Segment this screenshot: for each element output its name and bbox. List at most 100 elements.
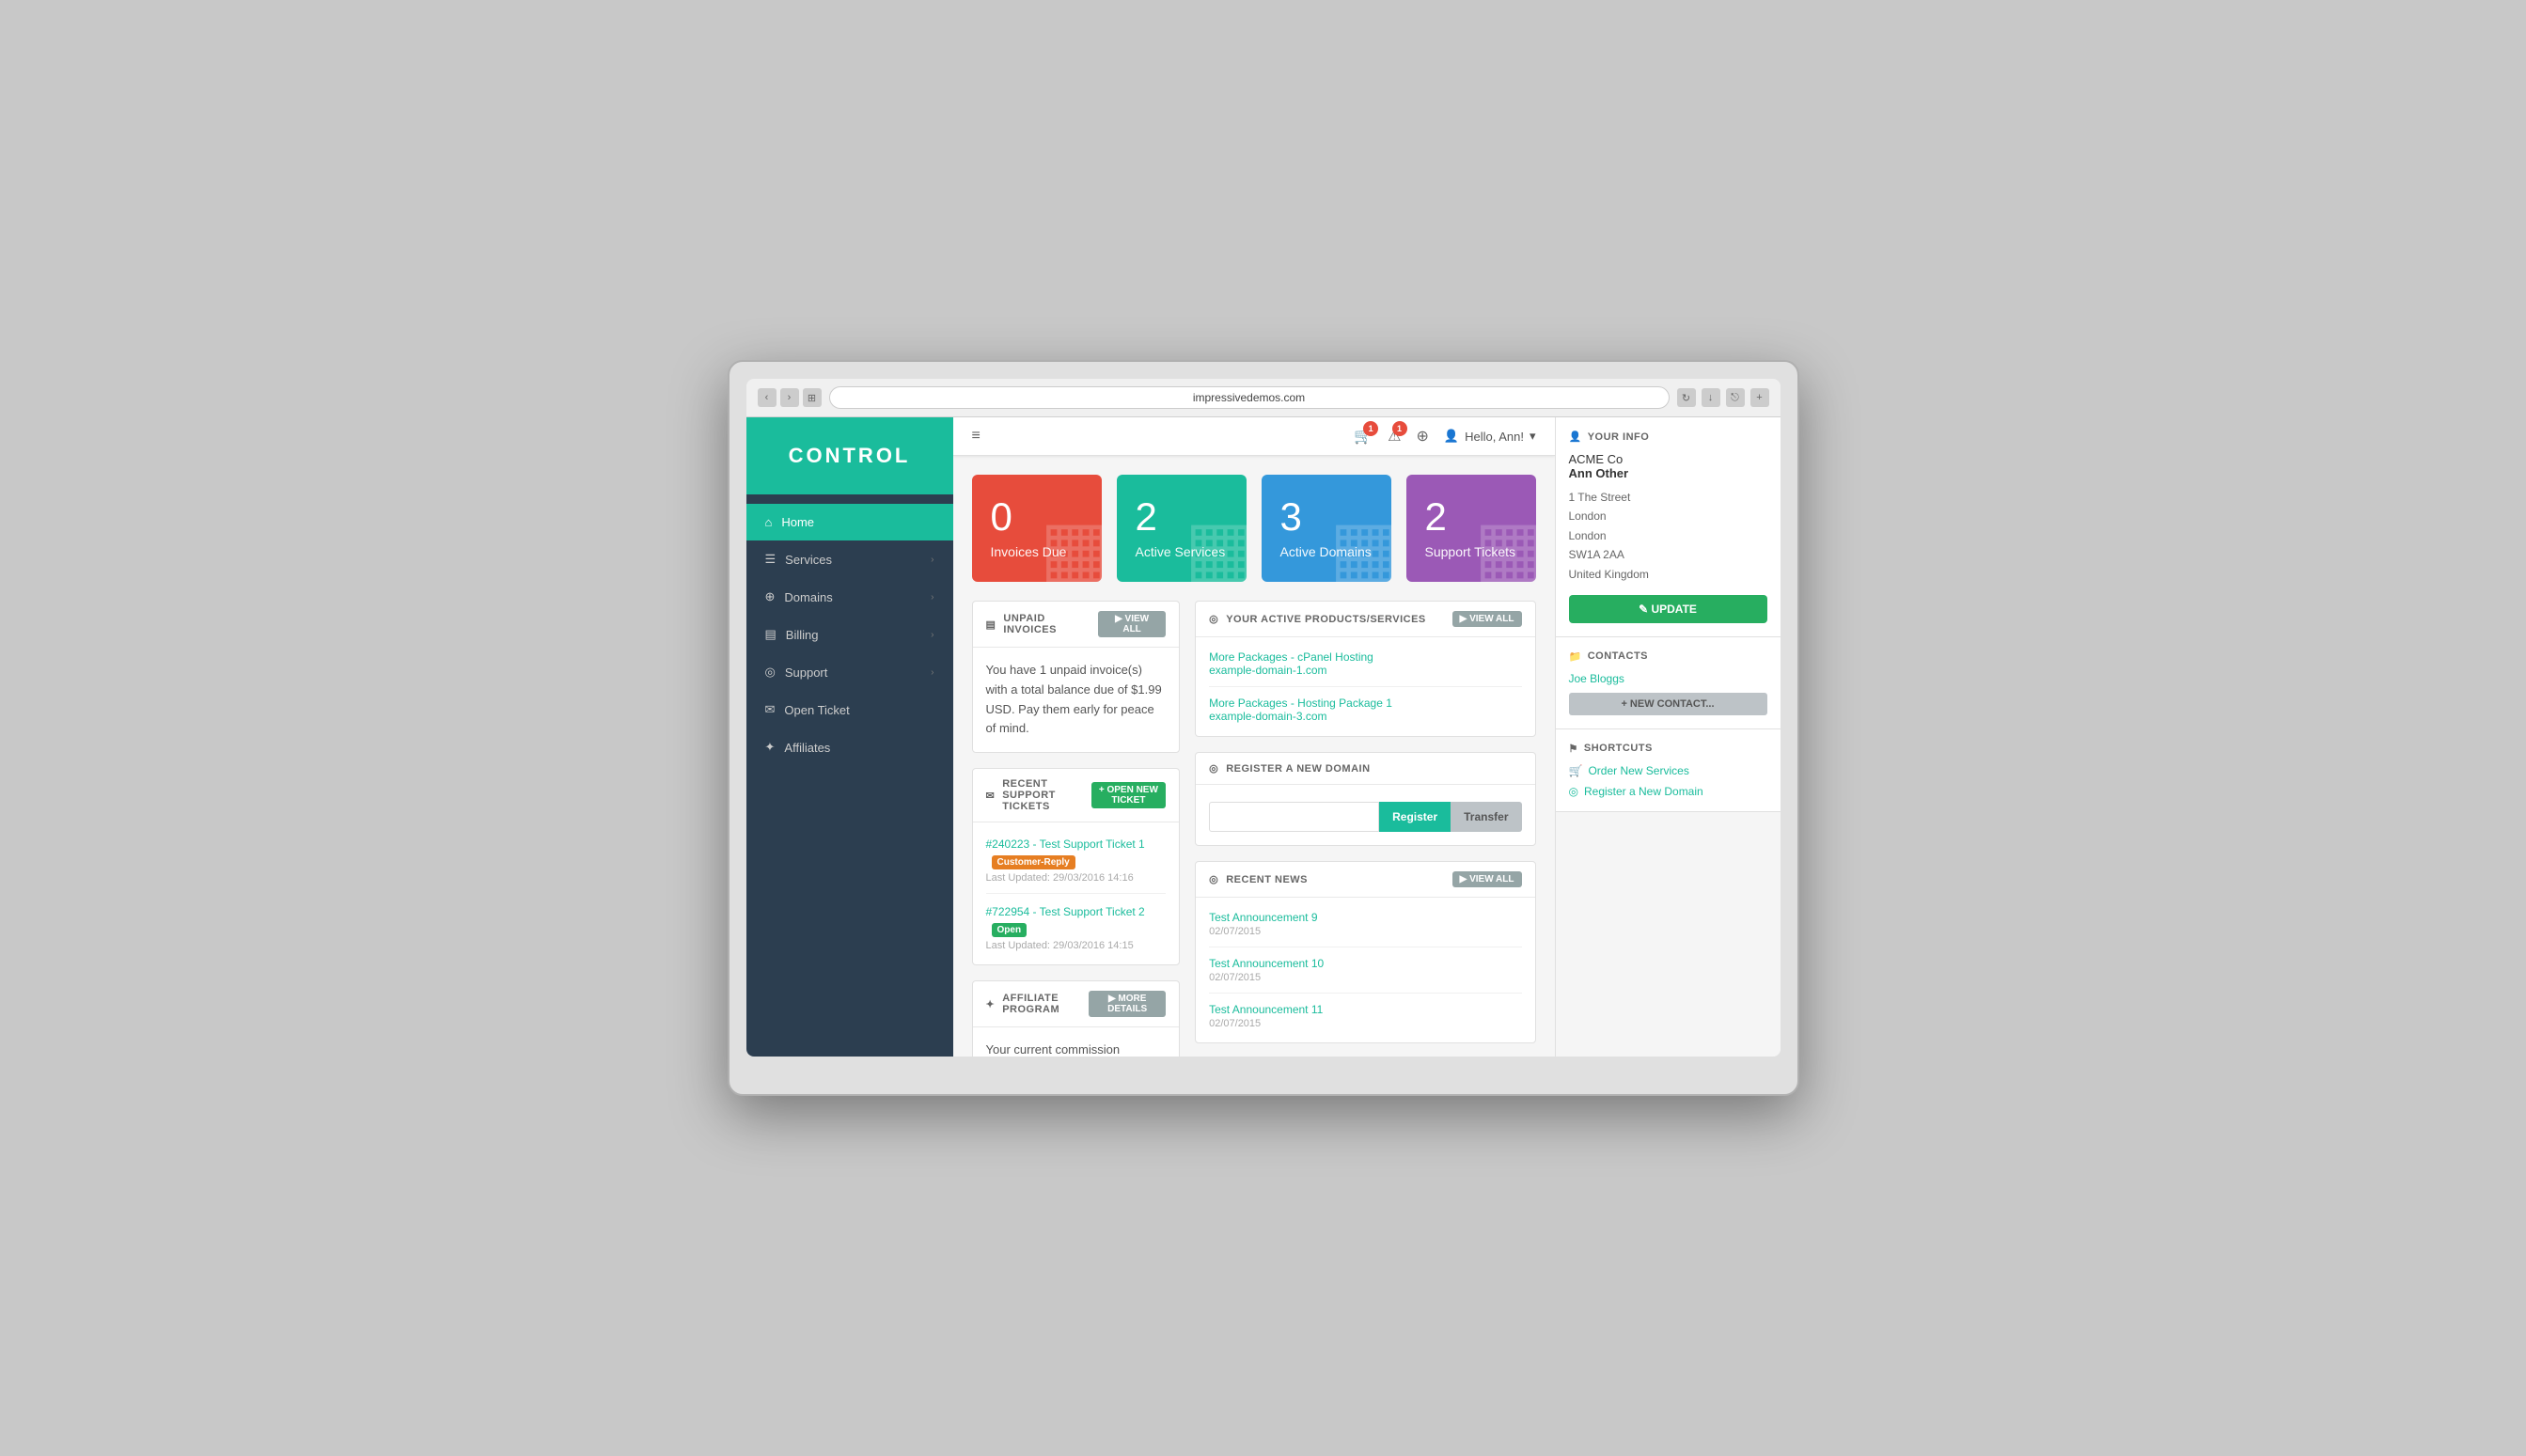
forward-button[interactable]: ›: [780, 388, 799, 407]
view-all-invoices-button[interactable]: ▶ VIEW ALL: [1098, 611, 1166, 637]
order-new-label: Order New Services: [1588, 764, 1688, 777]
services-icon: ☰: [765, 552, 777, 567]
user-icon: 👤: [1444, 429, 1459, 444]
domain-search-form: Register Transfer: [1209, 802, 1521, 832]
sidebar-item-home[interactable]: ⌂ Home: [746, 504, 953, 540]
hamburger-menu[interactable]: ≡: [972, 428, 981, 445]
top-bar: ≡ 🛒 1 ⚠ 1 ⊕ 👤 H: [953, 417, 1555, 456]
invoice-text: You have 1 unpaid invoice(s) with a tota…: [986, 661, 1167, 739]
news-1-title[interactable]: Test Announcement 9: [1209, 911, 1521, 924]
support-chevron-icon: ›: [931, 667, 934, 678]
update-button[interactable]: ✎ UPDATE: [1569, 595, 1767, 623]
cart-badge: 1: [1363, 421, 1378, 436]
share-button[interactable]: ⎋: [1726, 388, 1745, 407]
contacts-panel: 📁 CONTACTS Joe Bloggs + NEW CONTACT...: [1556, 637, 1781, 729]
browser-nav[interactable]: ‹ › ⊞: [758, 388, 822, 407]
products-header-icon: ◎: [1209, 613, 1218, 625]
transfer-button[interactable]: Transfer: [1451, 802, 1521, 832]
register-domain-shortcut-icon: ◎: [1569, 785, 1578, 798]
logo-text: CONTROL: [765, 444, 934, 468]
back-button[interactable]: ‹: [758, 388, 777, 407]
main-content-grid: ▤ UNPAID INVOICES ▶ VIEW ALL You have 1 …: [972, 601, 1536, 1057]
news-item-2: Test Announcement 10 02/07/2015: [1209, 957, 1521, 994]
alert-badge: 1: [1392, 421, 1407, 436]
news-item-1: Test Announcement 9 02/07/2015: [1209, 911, 1521, 947]
product-item-2: More Packages - Hosting Package 1 exampl…: [1209, 697, 1521, 723]
affiliates-icon: ✦: [765, 740, 776, 755]
ticket-1-badge: Customer-Reply: [992, 855, 1075, 869]
sidebar-item-affiliates[interactable]: ✦ Affiliates: [746, 728, 953, 766]
affiliate-text: Your current commission balance is $0.00…: [986, 1041, 1167, 1057]
support-icon: ◎: [765, 665, 776, 680]
new-tab-button[interactable]: +: [1750, 388, 1769, 407]
new-contact-button[interactable]: + NEW CONTACT...: [1569, 693, 1767, 715]
alert-icon-wrapper[interactable]: ⚠ 1: [1388, 427, 1401, 446]
sidebar-item-billing[interactable]: ▤ Billing ›: [746, 616, 953, 653]
browser-content: CONTROL ⌂ Home ☰ Services ›: [746, 417, 1781, 1057]
sidebar-label-affiliates: Affiliates: [784, 741, 830, 755]
news-3-title[interactable]: Test Announcement 11: [1209, 1003, 1521, 1016]
sidebar-label-open-ticket: Open Ticket: [784, 703, 849, 717]
recent-news-panel: ◎ RECENT NEWS ▶ VIEW ALL Test Announceme…: [1195, 861, 1535, 1043]
ticket-2-link[interactable]: #722954 - Test Support Ticket 2: [986, 905, 1145, 918]
sidebar-item-support[interactable]: ◎ Support ›: [746, 653, 953, 691]
unpaid-invoices-panel: ▤ UNPAID INVOICES ▶ VIEW ALL You have 1 …: [972, 601, 1181, 753]
stat-card-services[interactable]: 2 Active Services ▦: [1117, 475, 1247, 582]
register-domain-shortcut-label: Register a New Domain: [1584, 785, 1703, 798]
sidebar-label-domains: Domains: [784, 590, 832, 604]
view-all-products-button[interactable]: ▶ VIEW ALL: [1452, 611, 1522, 627]
affiliate-more-details-button[interactable]: ▶ MORE DETAILS: [1089, 991, 1166, 1017]
sidebar-nav: ⌂ Home ☰ Services › ⊕: [746, 494, 953, 766]
address-bar[interactable]: impressivedemos.com: [829, 386, 1670, 409]
affiliate-title: AFFILIATE PROGRAM: [1002, 993, 1089, 1015]
sidebar-label-support: Support: [785, 665, 828, 680]
product-2-domain[interactable]: example-domain-3.com: [1209, 710, 1521, 723]
open-new-ticket-button[interactable]: + OPEN NEW TICKET: [1091, 782, 1166, 808]
sidebar-label-services: Services: [785, 553, 832, 567]
contact-name-link[interactable]: Joe Bloggs: [1569, 672, 1767, 685]
news-1-date: 02/07/2015: [1209, 926, 1521, 937]
sidebar-item-services[interactable]: ☰ Services ›: [746, 540, 953, 578]
product-1-domain[interactable]: example-domain-1.com: [1209, 664, 1521, 677]
sidebar-logo: CONTROL: [746, 417, 953, 494]
tabs-button[interactable]: ⊞: [803, 388, 822, 407]
stat-card-tickets[interactable]: 2 Support Tickets ▦: [1406, 475, 1536, 582]
shortcut-order-new[interactable]: 🛒 Order New Services: [1569, 764, 1767, 777]
product-2-name[interactable]: More Packages - Hosting Package 1: [1209, 697, 1521, 710]
user-greeting[interactable]: 👤 Hello, Ann! ▾: [1444, 429, 1536, 444]
register-button[interactable]: Register: [1379, 802, 1451, 832]
sidebar-item-open-ticket[interactable]: ✉ Open Ticket: [746, 691, 953, 728]
affiliate-header: ✦ AFFILIATE PROGRAM ▶ MORE DETAILS: [973, 981, 1180, 1027]
unpaid-invoices-body: You have 1 unpaid invoice(s) with a tota…: [973, 648, 1180, 752]
view-all-news-button[interactable]: ▶ VIEW ALL: [1452, 871, 1522, 887]
tickets-bg-icon: ▦: [1474, 504, 1536, 582]
main-layout: CONTROL ⌂ Home ☰ Services ›: [746, 417, 1781, 1057]
stat-card-domains[interactable]: 3 Active Domains ▦: [1262, 475, 1391, 582]
your-info-address: 1 The Street London London SW1A 2AA Unit…: [1569, 488, 1767, 584]
contacts-title: 📁 CONTACTS: [1569, 650, 1767, 663]
sidebar-item-domains[interactable]: ⊕ Domains ›: [746, 578, 953, 616]
register-domain-title: REGISTER A NEW DOMAIN: [1226, 763, 1370, 775]
sidebar-label-billing: Billing: [786, 628, 819, 642]
center-content: ≡ 🛒 1 ⚠ 1 ⊕ 👤 H: [953, 417, 1555, 1057]
download-button[interactable]: ↓: [1702, 388, 1720, 407]
ticket-2-badge: Open: [992, 923, 1028, 937]
order-new-icon: 🛒: [1569, 764, 1583, 777]
contacts-icon: 📁: [1569, 650, 1582, 663]
ticket-1-link[interactable]: #240223 - Test Support Ticket 1: [986, 838, 1145, 851]
billing-icon: ▤: [765, 627, 777, 642]
ticket-1-date: Last Updated: 29/03/2016 14:16: [986, 872, 1167, 884]
services-chevron-icon: ›: [931, 555, 934, 565]
product-1-name[interactable]: More Packages - cPanel Hosting: [1209, 650, 1521, 664]
domain-search-input[interactable]: [1209, 802, 1379, 832]
stat-card-invoices[interactable]: 0 Invoices Due ▦: [972, 475, 1102, 582]
active-products-panel: ◎ YOUR ACTIVE PRODUCTS/SERVICES ▶ VIEW A…: [1195, 601, 1535, 737]
refresh-button[interactable]: ↻: [1677, 388, 1696, 407]
support-tickets-header: ✉ RECENT SUPPORT TICKETS + OPEN NEW TICK…: [973, 769, 1180, 822]
tickets-header-icon: ✉: [986, 790, 996, 802]
open-ticket-icon: ✉: [765, 702, 776, 717]
shortcut-register-domain[interactable]: ◎ Register a New Domain: [1569, 785, 1767, 798]
news-2-title[interactable]: Test Announcement 10: [1209, 957, 1521, 970]
cart-icon-wrapper[interactable]: 🛒 1: [1354, 427, 1373, 446]
globe-icon[interactable]: ⊕: [1417, 427, 1429, 446]
